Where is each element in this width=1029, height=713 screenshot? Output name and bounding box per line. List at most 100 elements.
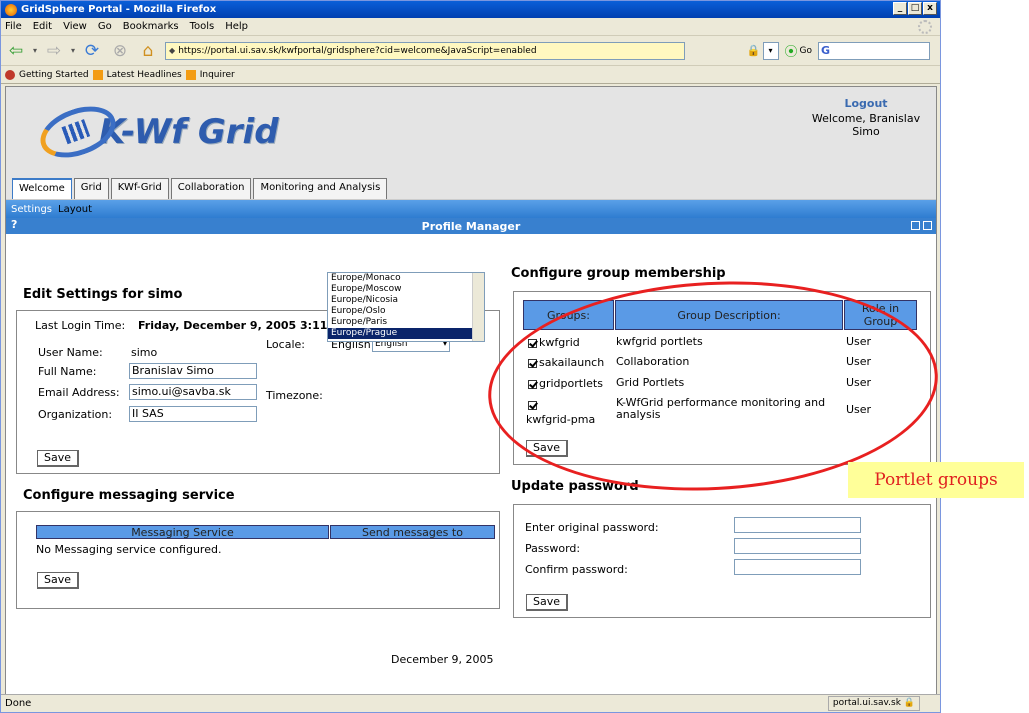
user-box: Logout Welcome, Branislav Simo bbox=[806, 97, 926, 138]
email-field[interactable]: simo.ui@savba.sk bbox=[129, 384, 257, 400]
fullname-label: Full Name: bbox=[38, 365, 97, 378]
tab-monitoring[interactable]: Monitoring and Analysis bbox=[253, 178, 388, 199]
password-field[interactable] bbox=[734, 538, 861, 554]
timezone-list[interactable]: Europe/Monaco Europe/Moscow Europe/Nicos… bbox=[327, 272, 485, 342]
menu-edit[interactable]: Edit bbox=[33, 21, 52, 32]
search-input[interactable]: G bbox=[818, 41, 930, 60]
groups-save-button[interactable]: Save bbox=[526, 440, 569, 457]
bookmark-inquirer[interactable]: Inquirer bbox=[200, 70, 235, 80]
maximize-portlet-icon[interactable] bbox=[923, 221, 932, 230]
confirm-password-field[interactable] bbox=[734, 559, 861, 575]
maximize-button[interactable]: □ bbox=[908, 2, 922, 15]
back-arrow-icon[interactable]: ⇦ bbox=[5, 40, 27, 62]
go-icon[interactable]: ⦿ bbox=[785, 41, 798, 60]
help-icon[interactable]: ? bbox=[11, 218, 17, 231]
organization-field[interactable]: II SAS bbox=[129, 406, 257, 422]
email-label: Email Address: bbox=[38, 386, 120, 399]
window-controls: _ □ x bbox=[893, 2, 937, 15]
navigation-toolbar: ⇦ ▾ ⇨ ▾ ⟳ ⊗ ⌂ ◆ https://portal.ui.sav.sk… bbox=[1, 36, 940, 66]
close-button[interactable]: x bbox=[923, 2, 937, 15]
stop-icon[interactable]: ⊗ bbox=[109, 40, 131, 62]
timezone-option[interactable]: Europe/Oslo bbox=[328, 306, 484, 317]
logout-link[interactable]: Logout bbox=[806, 97, 926, 110]
padlock-icon[interactable]: 🔒 bbox=[747, 44, 761, 57]
padlock-icon: 🔒 bbox=[903, 698, 915, 708]
password-label: Password: bbox=[525, 542, 581, 555]
tab-kwf-grid[interactable]: KWf-Grid bbox=[110, 178, 169, 199]
timezone-option[interactable]: Europe/Monaco bbox=[328, 273, 484, 284]
groups-heading: Configure group membership bbox=[511, 266, 726, 281]
no-messaging-text: No Messaging service configured. bbox=[36, 543, 222, 556]
getting-started-icon bbox=[5, 69, 15, 80]
fullname-field[interactable]: Branislav Simo bbox=[129, 363, 257, 379]
menu-tools[interactable]: Tools bbox=[190, 21, 215, 32]
title-bar: GridSphere Portal - Mozilla Firefox _ □ … bbox=[1, 1, 940, 18]
bookmarks-toolbar: Getting Started Latest Headlines Inquire… bbox=[1, 66, 940, 84]
edit-settings-heading: Edit Settings for simo bbox=[23, 287, 183, 302]
tab-welcome[interactable]: Welcome bbox=[12, 178, 72, 199]
group-checkbox[interactable] bbox=[528, 338, 537, 348]
groups-column: Groups: bbox=[523, 300, 614, 330]
minimize-portlet-icon[interactable] bbox=[911, 221, 920, 230]
portlet-title-bar: ? Profile Manager bbox=[6, 218, 936, 234]
group-row-gridportlets: gridportlets bbox=[528, 377, 603, 390]
tab-collaboration[interactable]: Collaboration bbox=[170, 178, 252, 199]
home-icon[interactable]: ⌂ bbox=[137, 40, 159, 62]
tab-grid[interactable]: Grid bbox=[73, 178, 109, 199]
url-bar[interactable]: ◆ https://portal.ui.sav.sk/kwfportal/gri… bbox=[165, 41, 686, 60]
menu-file[interactable]: File bbox=[5, 21, 22, 32]
group-checkbox[interactable] bbox=[528, 400, 537, 410]
rss-icon bbox=[185, 69, 196, 80]
timezone-label: Timezone: bbox=[266, 389, 323, 402]
edit-save-button[interactable]: Save bbox=[37, 450, 80, 467]
kwf-grid-logo: K-Wf Grid bbox=[33, 97, 279, 167]
url-history-dropdown[interactable]: ▾ bbox=[762, 41, 779, 60]
menu-help[interactable]: Help bbox=[225, 21, 248, 32]
timezone-option-selected[interactable]: Europe/Prague bbox=[328, 328, 484, 339]
group-checkbox[interactable] bbox=[528, 358, 537, 368]
forward-arrow-icon[interactable]: ⇨ bbox=[43, 40, 65, 62]
menu-bookmarks[interactable]: Bookmarks bbox=[123, 21, 179, 32]
messaging-service-column: Messaging Service bbox=[36, 525, 329, 539]
welcome-text: Welcome, Branislav Simo bbox=[811, 112, 921, 138]
minimize-button[interactable]: _ bbox=[893, 2, 907, 15]
group-description: K-WfGrid performance monitoring and anal… bbox=[616, 396, 826, 421]
group-checkbox[interactable] bbox=[528, 379, 537, 389]
bookmark-getting-started[interactable]: Getting Started bbox=[19, 70, 89, 80]
status-text: Done bbox=[5, 698, 32, 709]
group-description-column: Group Description: bbox=[615, 300, 843, 330]
menu-view[interactable]: View bbox=[63, 21, 87, 32]
group-name: sakailaunch bbox=[539, 356, 605, 369]
password-save-button[interactable]: Save bbox=[526, 594, 569, 611]
menu-go[interactable]: Go bbox=[98, 21, 112, 32]
subnav-layout[interactable]: Layout bbox=[58, 204, 92, 215]
messaging-save-button[interactable]: Save bbox=[37, 572, 80, 589]
subnav-settings[interactable]: Settings bbox=[11, 204, 52, 215]
timezone-option[interactable]: Europe/Nicosia bbox=[328, 295, 484, 306]
rss-icon bbox=[92, 69, 103, 80]
back-dropdown-icon[interactable]: ▾ bbox=[33, 46, 37, 55]
original-password-label: Enter original password: bbox=[525, 521, 659, 534]
forward-dropdown-icon[interactable]: ▾ bbox=[71, 46, 75, 55]
firefox-icon bbox=[5, 3, 17, 16]
group-row-kwfgrid: kwfgrid bbox=[528, 336, 580, 349]
timezone-scrollbar[interactable] bbox=[472, 273, 484, 341]
footer-date: December 9, 2005 bbox=[391, 653, 494, 666]
timezone-option[interactable]: Europe/Paris bbox=[328, 317, 484, 328]
timezone-option[interactable]: Europe/Moscow bbox=[328, 284, 484, 295]
window-title: GridSphere Portal - Mozilla Firefox bbox=[21, 4, 217, 15]
original-password-field[interactable] bbox=[734, 517, 861, 533]
google-icon: G bbox=[821, 44, 831, 57]
confirm-password-label: Confirm password: bbox=[525, 563, 628, 576]
sub-navigation: Settings Layout bbox=[6, 200, 936, 218]
group-name: kwfgrid bbox=[539, 336, 580, 349]
group-role: User bbox=[846, 403, 872, 416]
username-label: User Name: bbox=[38, 346, 103, 359]
status-host: portal.ui.sav.sk 🔒 bbox=[827, 696, 920, 711]
go-label[interactable]: Go bbox=[800, 46, 812, 56]
reload-icon[interactable]: ⟳ bbox=[81, 40, 103, 62]
main-tabs: Welcome Grid KWf-Grid Collaboration Moni… bbox=[12, 178, 388, 199]
bookmark-latest-headlines[interactable]: Latest Headlines bbox=[107, 70, 182, 80]
group-role: User bbox=[846, 335, 872, 348]
messaging-heading: Configure messaging service bbox=[23, 488, 235, 503]
